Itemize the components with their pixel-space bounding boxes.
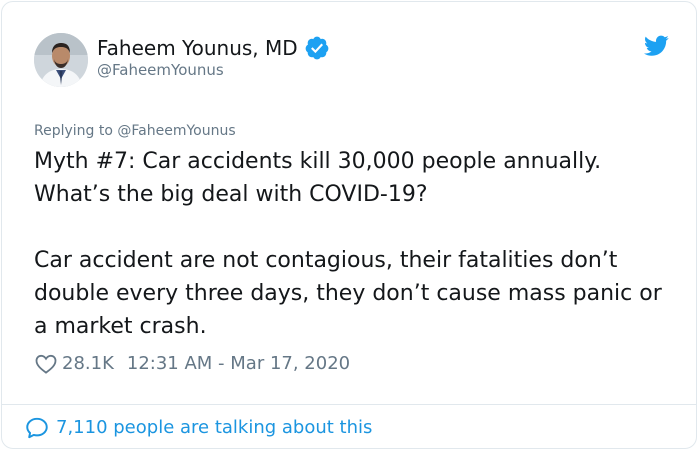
author-name-row: Faheem Younus, MD [97, 35, 330, 61]
divider [2, 404, 696, 405]
reply-context[interactable]: Replying to @FaheemYounus [34, 121, 236, 141]
tweet-text: Myth #7: Car accidents kill 30,000 peopl… [34, 145, 674, 343]
author-handle[interactable]: @FaheemYounus [97, 60, 224, 80]
like-count: 28.1K [62, 353, 114, 374]
tweet-paragraph: Myth #7: Car accidents kill 30,000 peopl… [34, 149, 602, 207]
tweet-card: Faheem Younus, MD @FaheemYounus Replying… [1, 1, 697, 449]
heart-icon [34, 352, 58, 376]
verified-badge-icon [304, 35, 330, 61]
tweet-meta: 28.1K 12:31 AM - Mar 17, 2020 [34, 352, 350, 376]
tweet-timestamp[interactable]: 12:31 AM - Mar 17, 2020 [127, 352, 350, 376]
twitter-bird-icon[interactable] [644, 35, 669, 57]
conversation-link[interactable]: 7,110 people are talking about this [24, 415, 372, 441]
avatar[interactable] [34, 33, 88, 87]
like-button[interactable]: 28.1K [34, 352, 114, 376]
conversation-text: 7,110 people are talking about this [56, 417, 373, 438]
profile-photo-icon [34, 33, 88, 87]
author-display-name[interactable]: Faheem Younus, MD [97, 36, 298, 60]
tweet-paragraph: Car accident are not contagious, their f… [34, 248, 662, 339]
speech-bubble-icon [24, 415, 50, 441]
